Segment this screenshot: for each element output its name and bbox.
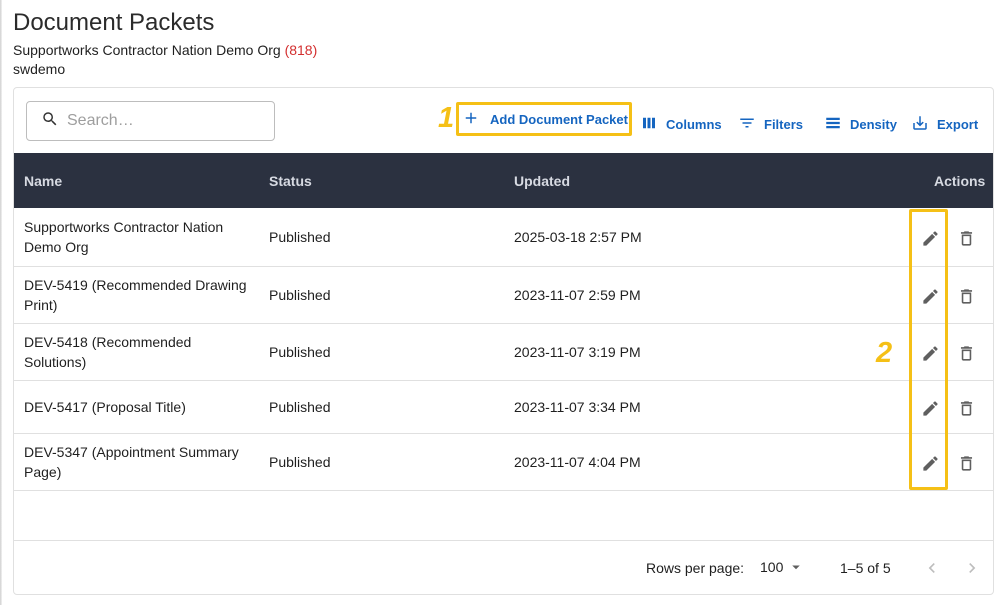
density-label: Density: [850, 117, 897, 132]
cell-name: DEV-5418 (Recommended Solutions): [24, 334, 192, 370]
add-document-packet-label: Add Document Packet: [490, 111, 628, 127]
delete-button[interactable]: [955, 227, 977, 249]
chevron-right-icon: [969, 563, 976, 573]
trash-icon: [960, 455, 972, 471]
add-document-packet-button[interactable]: Add Document Packet: [456, 102, 632, 136]
org-count: (818): [284, 42, 318, 58]
cell-status: Published: [269, 454, 331, 470]
table-row[interactable]: DEV-5419 (Recommended Drawing Print) Pub…: [14, 267, 993, 324]
columns-button[interactable]: Columns: [640, 114, 722, 135]
delete-button[interactable]: [955, 397, 977, 419]
export-label: Export: [937, 117, 979, 132]
table-row[interactable]: DEV-5418 (Recommended Solutions) Publish…: [14, 324, 993, 381]
cell-updated: 2023-11-07 2:59 PM: [514, 287, 641, 303]
column-header-name[interactable]: Name: [24, 153, 62, 208]
cell-updated: 2023-11-07 3:19 PM: [514, 344, 641, 360]
cell-name: DEV-5419 (Recommended Drawing Print): [24, 277, 247, 313]
annotation-number-1: 1: [438, 102, 455, 134]
chevron-left-icon: [928, 563, 935, 573]
cell-status: Published: [269, 229, 331, 245]
pagination-range: 1–5 of 5: [840, 560, 891, 576]
filters-button[interactable]: Filters: [738, 114, 803, 135]
org-line: Supportworks Contractor Nation Demo Org …: [13, 41, 317, 59]
cell-name: DEV-5347 (Appointment Summary Page): [24, 444, 239, 480]
pagination-footer: Rows per page: 100 1–5 of 5: [14, 556, 993, 581]
columns-icon: [640, 114, 666, 135]
username: swdemo: [13, 61, 66, 77]
next-page-button[interactable]: [962, 558, 982, 581]
annotation-number-2: 2: [876, 337, 893, 369]
trash-icon: [960, 230, 972, 246]
density-button[interactable]: Density: [824, 114, 897, 135]
table-row[interactable]: DEV-5347 (Appointment Summary Page) Publ…: [14, 434, 993, 491]
table-row[interactable]: Supportworks Contractor Nation Demo Org …: [14, 208, 993, 267]
delete-button[interactable]: [955, 452, 977, 474]
filter-icon: [738, 114, 764, 135]
column-header-updated[interactable]: Updated: [514, 153, 570, 208]
column-header-actions: Actions: [934, 173, 986, 189]
cell-updated: 2025-03-18 2:57 PM: [514, 229, 642, 245]
trash-icon: [960, 400, 972, 416]
column-header-status[interactable]: Status: [269, 153, 312, 208]
delete-button[interactable]: [955, 342, 977, 364]
search-input[interactable]: [67, 112, 257, 130]
org-name: Supportworks Contractor Nation Demo Org: [13, 42, 281, 58]
columns-label: Columns: [666, 117, 722, 132]
document-packets-grid: 1 Add Document Packet Columns Filters De…: [13, 87, 994, 595]
page-header: Document Packets Supportworks Contractor…: [13, 8, 317, 79]
trash-icon: [960, 345, 972, 361]
filters-label: Filters: [764, 117, 804, 132]
page-title: Document Packets: [13, 9, 215, 36]
cell-name: Supportworks Contractor Nation Demo Org: [24, 219, 224, 255]
cell-updated: 2023-11-07 4:04 PM: [514, 454, 641, 470]
cell-name: DEV-5417 (Proposal Title): [24, 399, 186, 415]
delete-button[interactable]: [955, 285, 977, 307]
annotation-highlight-edit-column: [909, 209, 948, 490]
trash-icon: [960, 288, 972, 304]
cell-status: Published: [269, 344, 331, 360]
left-edge-shadow: [0, 0, 2, 605]
rows-per-page-value: 100: [760, 559, 784, 575]
plus-icon: [462, 109, 490, 130]
export-icon: [911, 114, 937, 135]
table-row[interactable]: DEV-5417 (Proposal Title) Published 2023…: [14, 381, 993, 434]
previous-page-button[interactable]: [922, 558, 942, 581]
footer-divider: [14, 540, 993, 541]
export-button[interactable]: Export: [911, 114, 978, 135]
cell-updated: 2023-11-07 3:34 PM: [514, 399, 641, 415]
caret-down-icon: [792, 565, 801, 570]
search-box[interactable]: [26, 101, 275, 141]
rows-per-page-label: Rows per page:: [646, 560, 745, 576]
density-icon: [824, 114, 850, 135]
rows-per-page-select[interactable]: 100: [760, 558, 805, 576]
cell-status: Published: [269, 399, 331, 415]
table-header: Name Status Updated Actions: [14, 153, 993, 208]
cell-status: Published: [269, 287, 331, 303]
search-icon: [41, 110, 59, 133]
